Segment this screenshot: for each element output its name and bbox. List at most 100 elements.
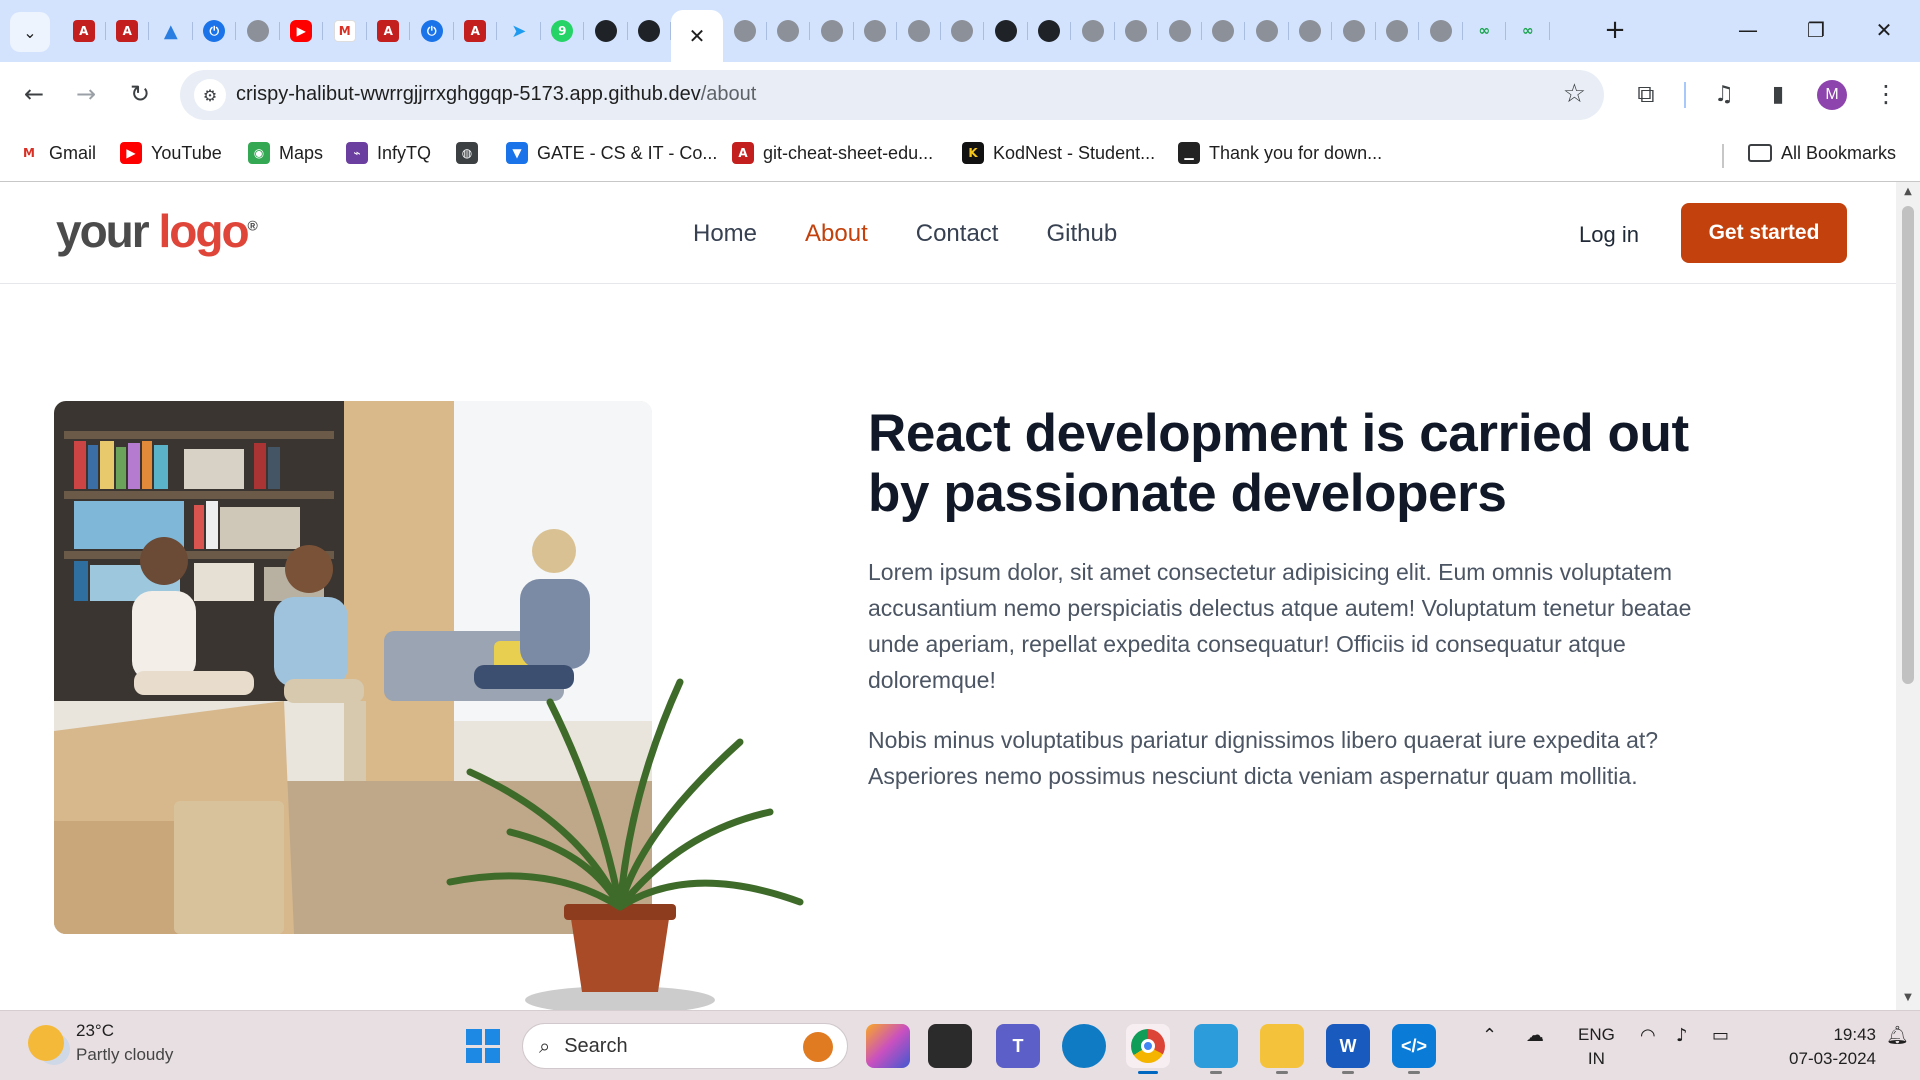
browser-tab[interactable]: 9: [541, 10, 585, 52]
close-icon[interactable]: ✕: [689, 24, 706, 48]
login-link[interactable]: Log in: [1579, 222, 1639, 248]
get-started-button[interactable]: Get started: [1681, 203, 1847, 263]
browser-tab[interactable]: ⏻: [410, 10, 454, 52]
browser-tab[interactable]: [1115, 10, 1159, 52]
browser-tab[interactable]: [897, 10, 941, 52]
browser-tab[interactable]: A: [62, 10, 106, 52]
nav-link-about[interactable]: About: [805, 220, 868, 248]
edge-icon[interactable]: [1062, 1024, 1106, 1068]
bookmark-star-icon[interactable]: ☆: [1563, 79, 1586, 109]
browser-tab[interactable]: [941, 10, 985, 52]
browser-tab[interactable]: [1332, 10, 1376, 52]
chrome-icon[interactable]: [1126, 1024, 1170, 1074]
wifi-icon[interactable]: ◠: [1640, 1025, 1656, 1046]
browser-tab[interactable]: [236, 10, 280, 52]
system-clock[interactable]: 19:43 07-03-2024: [1760, 1023, 1876, 1071]
nav-link-contact[interactable]: Contact: [916, 220, 999, 248]
onedrive-icon[interactable]: ☁: [1526, 1025, 1544, 1046]
bookmark-item[interactable]: ◉ Maps: [248, 138, 323, 168]
task-view-icon[interactable]: [928, 1024, 972, 1068]
browser-tab[interactable]: [767, 10, 811, 52]
browser-tab[interactable]: ▲: [149, 10, 193, 52]
file-explorer-icon[interactable]: [1260, 1024, 1304, 1074]
tab-search-button[interactable]: ⌄: [10, 12, 50, 52]
media-control-icon[interactable]: ♫: [1704, 74, 1744, 114]
browser-tab[interactable]: A: [106, 10, 150, 52]
browser-tab[interactable]: [810, 10, 854, 52]
start-button[interactable]: [466, 1029, 500, 1063]
notifications-icon[interactable]: 🔔︎: [1886, 1025, 1909, 1046]
globe-icon: [777, 20, 800, 42]
browser-tab[interactable]: ➤: [497, 10, 541, 52]
language-code: ENG: [1578, 1025, 1615, 1044]
photos-icon[interactable]: [1194, 1024, 1238, 1074]
site-info-icon[interactable]: ⚙: [194, 79, 226, 111]
bookmark-item[interactable]: ▁ Thank you for down...: [1178, 138, 1382, 168]
minimize-button[interactable]: —: [1720, 10, 1776, 50]
address-bar[interactable]: ⚙ crispy-halibut-wwrrgjjrrxghggqp-5173.a…: [180, 70, 1604, 120]
back-button[interactable]: ←: [14, 74, 54, 114]
search-icon: ⌕: [539, 1034, 551, 1058]
scroll-down-icon[interactable]: ▼: [1902, 992, 1914, 1004]
battery-icon[interactable]: ▭: [1712, 1025, 1729, 1046]
teams-icon[interactable]: T: [996, 1024, 1040, 1068]
scroll-up-icon[interactable]: ▲: [1902, 186, 1914, 198]
browser-tab-active[interactable]: ✕: [671, 10, 723, 62]
browser-tab[interactable]: [723, 10, 767, 52]
page-scrollbar[interactable]: ▲ ▼: [1896, 182, 1920, 1010]
browser-tab[interactable]: [1289, 10, 1333, 52]
bookmark-item[interactable]: M Gmail: [18, 138, 96, 168]
word-icon[interactable]: W: [1326, 1024, 1370, 1074]
browser-tab[interactable]: A: [367, 10, 411, 52]
restore-button[interactable]: ❐: [1788, 10, 1844, 50]
browser-tab[interactable]: [1376, 10, 1420, 52]
browser-tab[interactable]: [584, 10, 628, 52]
language-indicator[interactable]: ENG IN: [1578, 1023, 1615, 1071]
volume-icon[interactable]: ♪: [1676, 1025, 1688, 1046]
url-text[interactable]: crispy-halibut-wwrrgjjrrxghggqp-5173.app…: [236, 83, 756, 106]
browser-tab[interactable]: [1028, 10, 1072, 52]
globe-icon: [907, 20, 930, 42]
close-window-button[interactable]: ✕: [1856, 10, 1912, 50]
bookmark-item[interactable]: K KodNest - Student...: [962, 138, 1155, 168]
side-panel-icon[interactable]: ▮: [1758, 74, 1798, 114]
globe-icon: ◍: [456, 142, 478, 164]
clock-date: 07-03-2024: [1789, 1049, 1876, 1068]
reload-button[interactable]: ↻: [120, 74, 160, 114]
forward-button[interactable]: →: [66, 74, 106, 114]
browser-tab[interactable]: [1202, 10, 1246, 52]
profile-avatar[interactable]: M: [1817, 80, 1847, 110]
browser-tab[interactable]: [1245, 10, 1289, 52]
browser-tab[interactable]: [1158, 10, 1202, 52]
bookmark-item[interactable]: Agit-cheat-sheet-edu...: [732, 138, 933, 168]
vscode-icon[interactable]: </>: [1392, 1024, 1436, 1074]
weather-widget[interactable]: 23°C Partly cloudy: [28, 1021, 173, 1065]
all-bookmarks-button[interactable]: All Bookmarks: [1748, 138, 1896, 168]
copilot-icon[interactable]: [866, 1024, 910, 1068]
extensions-icon[interactable]: ⧉: [1626, 74, 1666, 114]
scrollbar-thumb[interactable]: [1902, 206, 1914, 684]
browser-tab[interactable]: A: [454, 10, 498, 52]
bookmark-item[interactable]: ◍: [456, 138, 478, 168]
browser-tab[interactable]: [628, 10, 672, 52]
browser-tab[interactable]: M: [323, 10, 367, 52]
site-logo[interactable]: your logo®: [56, 204, 258, 258]
bookmarks-bar: All Bookmarks M Gmail ▶ YouTube ◉ Maps ⌁ InfyTQ…: [0, 126, 1920, 182]
browser-tab[interactable]: [1071, 10, 1115, 52]
browser-tab[interactable]: ∞: [1506, 10, 1550, 52]
browser-tab[interactable]: [854, 10, 898, 52]
menu-icon[interactable]: ⋮: [1866, 74, 1906, 114]
browser-tab[interactable]: ∞: [1463, 10, 1507, 52]
browser-tab[interactable]: ⏻: [193, 10, 237, 52]
browser-tab[interactable]: [1419, 10, 1463, 52]
show-hidden-icons[interactable]: ⌃: [1482, 1025, 1497, 1046]
bookmark-item[interactable]: ▶ YouTube: [120, 138, 222, 168]
nav-link-home[interactable]: Home: [693, 220, 757, 248]
nav-link-github[interactable]: Github: [1046, 220, 1117, 248]
browser-tab[interactable]: ▶: [280, 10, 324, 52]
taskbar-search[interactable]: ⌕ Search: [522, 1023, 848, 1069]
bookmark-item[interactable]: ⌁ InfyTQ: [346, 138, 431, 168]
browser-tab[interactable]: [984, 10, 1028, 52]
new-tab-button[interactable]: +: [1597, 12, 1633, 48]
bookmark-item[interactable]: ▼ GATE - CS & IT - Co...: [506, 138, 717, 168]
